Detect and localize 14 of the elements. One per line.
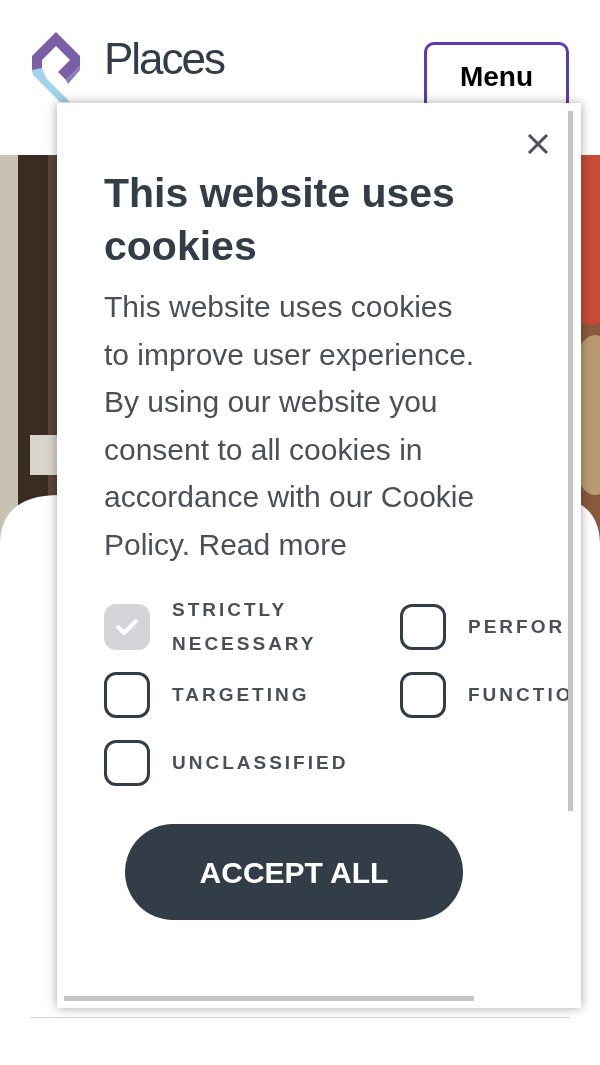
checkbox[interactable]	[400, 672, 446, 718]
logo-text: Places	[104, 38, 225, 80]
checkbox-label: STRICTLY NECESSARY	[172, 598, 318, 656]
accept-all-button[interactable]: ACCEPT ALL	[125, 824, 463, 920]
checkbox-label: TARGETING	[172, 683, 311, 707]
dialog-title: This website uses cookies	[104, 169, 456, 271]
dialog-message: This website uses cookies to improve user experience. By using our website you consent to all cookies in accordance with our Cookie Policy. Read more	[104, 289, 476, 563]
check-icon	[115, 618, 139, 636]
checkbox[interactable]	[104, 740, 150, 786]
close-icon	[527, 133, 549, 155]
checkbox[interactable]	[104, 672, 150, 718]
checkbox[interactable]	[400, 604, 446, 650]
checkbox-label: FUNCTIO	[468, 683, 575, 707]
checkbox-label: PERFOR	[468, 615, 567, 639]
